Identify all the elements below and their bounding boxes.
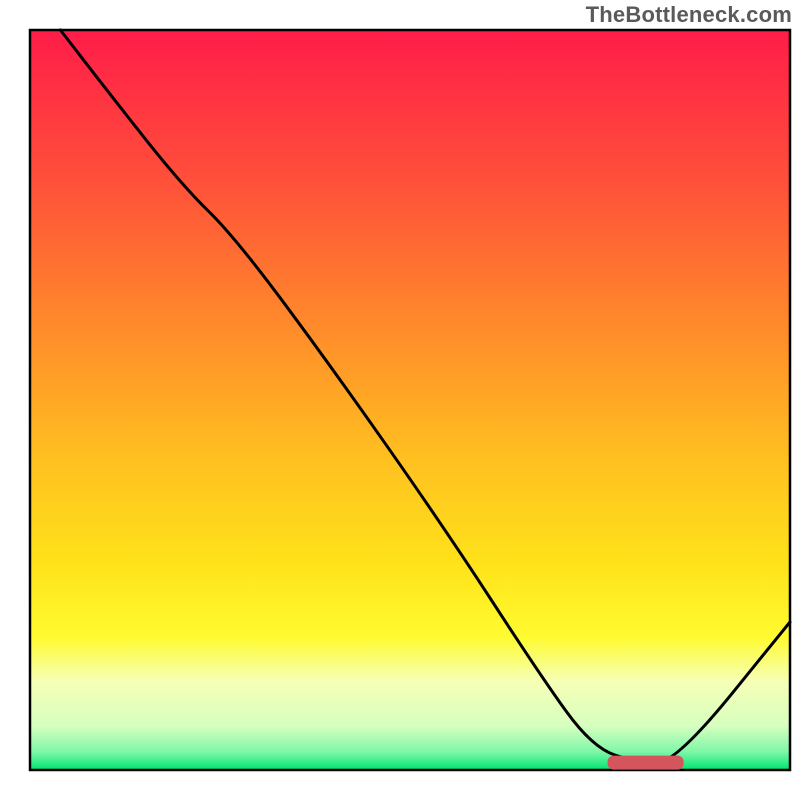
chart-stage: TheBottleneck.com <box>0 0 800 800</box>
plot-background <box>30 30 790 770</box>
bottleneck-chart <box>0 0 800 800</box>
optimal-range-marker <box>608 756 684 770</box>
